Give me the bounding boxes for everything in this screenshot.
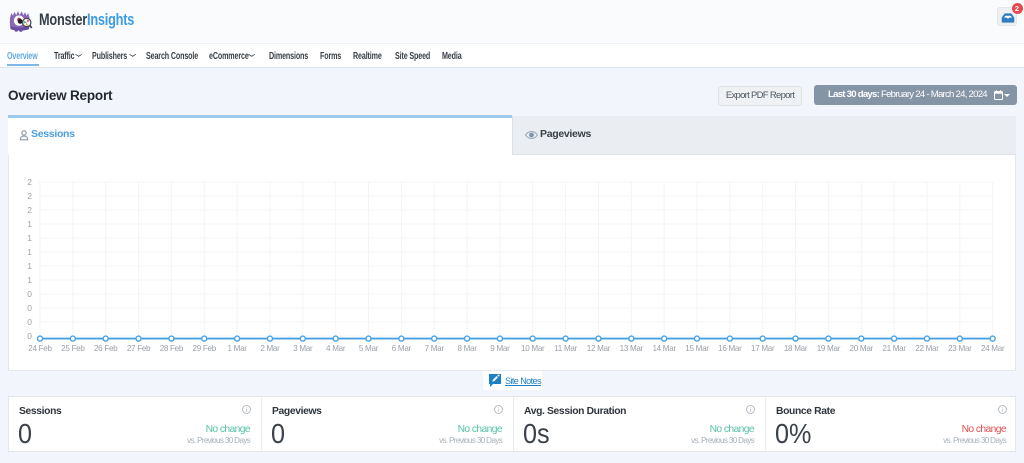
svg-text:18 Mar: 18 Mar xyxy=(784,344,808,353)
svg-text:10 Mar: 10 Mar xyxy=(521,344,545,353)
svg-text:15 Mar: 15 Mar xyxy=(685,344,709,353)
svg-text:9 Mar: 9 Mar xyxy=(490,344,510,353)
svg-text:2 Mar: 2 Mar xyxy=(260,344,280,353)
svg-text:1: 1 xyxy=(27,247,32,257)
svg-text:3 Mar: 3 Mar xyxy=(293,344,313,353)
svg-text:5 Mar: 5 Mar xyxy=(359,344,379,353)
svg-text:27 Feb: 27 Feb xyxy=(127,344,151,353)
svg-text:29 Feb: 29 Feb xyxy=(193,344,217,353)
svg-text:23 Mar: 23 Mar xyxy=(948,344,972,353)
svg-text:8 Mar: 8 Mar xyxy=(457,344,477,353)
svg-text:2: 2 xyxy=(27,191,32,201)
svg-text:19 Mar: 19 Mar xyxy=(817,344,841,353)
svg-text:22 Mar: 22 Mar xyxy=(915,344,939,353)
svg-text:11 Mar: 11 Mar xyxy=(554,344,577,353)
svg-text:4 Mar: 4 Mar xyxy=(326,344,346,353)
svg-text:7 Mar: 7 Mar xyxy=(425,344,445,353)
svg-text:12 Mar: 12 Mar xyxy=(587,344,611,353)
svg-text:1: 1 xyxy=(27,219,32,229)
svg-text:1: 1 xyxy=(27,233,32,243)
svg-text:2: 2 xyxy=(27,177,32,187)
svg-text:0: 0 xyxy=(27,289,32,299)
svg-text:25 Feb: 25 Feb xyxy=(61,344,85,353)
svg-text:13 Mar: 13 Mar xyxy=(620,344,644,353)
svg-text:6 Mar: 6 Mar xyxy=(392,344,412,353)
svg-text:20 Mar: 20 Mar xyxy=(850,344,874,353)
svg-text:16 Mar: 16 Mar xyxy=(718,344,742,353)
svg-text:14 Mar: 14 Mar xyxy=(652,344,676,353)
svg-text:2: 2 xyxy=(27,205,32,215)
svg-text:1: 1 xyxy=(27,275,32,285)
svg-text:26 Feb: 26 Feb xyxy=(94,344,118,353)
svg-text:24 Feb: 24 Feb xyxy=(28,344,52,353)
svg-text:0: 0 xyxy=(27,317,32,327)
svg-text:1: 1 xyxy=(27,261,32,271)
svg-text:0: 0 xyxy=(27,331,32,341)
svg-text:28 Feb: 28 Feb xyxy=(160,344,184,353)
svg-text:0: 0 xyxy=(27,303,32,313)
svg-text:1 Mar: 1 Mar xyxy=(227,344,247,353)
svg-text:21 Mar: 21 Mar xyxy=(882,344,906,353)
svg-text:24 Mar: 24 Mar xyxy=(981,344,1005,353)
svg-text:17 Mar: 17 Mar xyxy=(751,344,775,353)
